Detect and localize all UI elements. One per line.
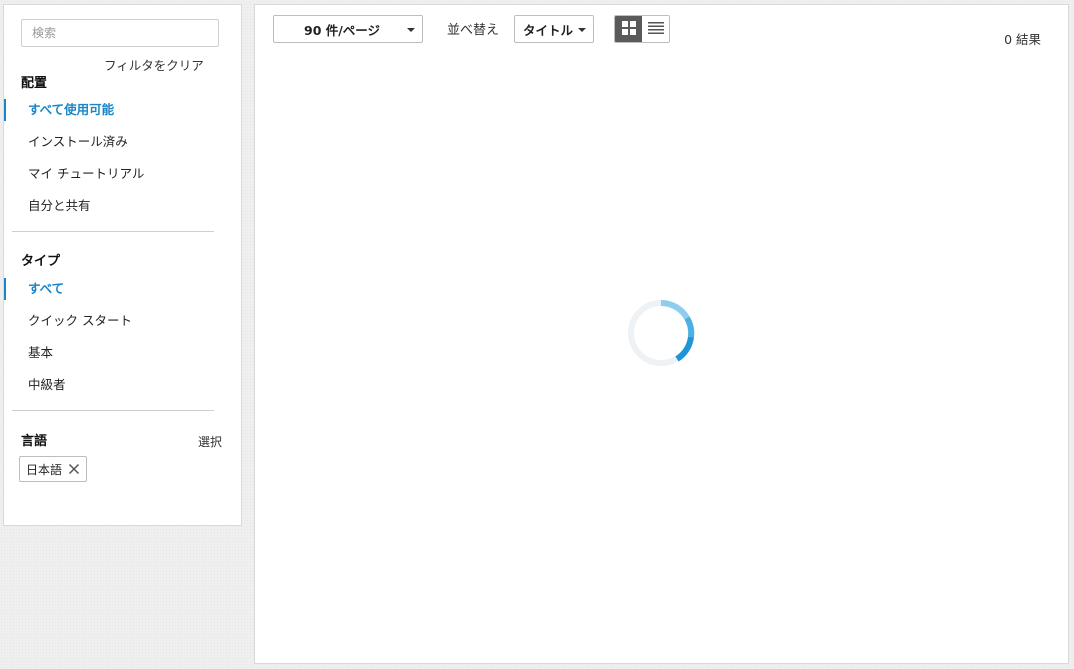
deployment-item-installed[interactable]: インストール済み [4,131,234,153]
spinner-icon [625,297,697,369]
language-chip: 日本語 [19,456,88,482]
deployment-item-shared-with-me[interactable]: 自分と共有 [4,195,234,217]
filter-sidebar: フィルタをクリア 配置 すべて使用可能 インストール済み マイ チュートリアル … [3,4,242,526]
clear-filters-link[interactable]: フィルタをクリア [104,55,204,74]
deployment-section-title: 配置 [21,76,48,91]
type-item-basic[interactable]: 基本 [4,342,234,364]
sort-value: タイトル [523,22,574,38]
per-page-dropdown[interactable]: 90 件/ページ [273,15,423,43]
type-item-all[interactable]: すべて [4,278,234,300]
grid-icon [621,20,636,39]
language-select-link[interactable]: 選択 [198,433,222,450]
results-panel: 90 件/ページ 並べ替え タイトル 0 結果 [254,4,1069,664]
view-toggle [614,15,670,43]
type-item-quick-start[interactable]: クイック スタート [4,310,234,332]
search-input[interactable] [21,19,219,47]
language-section-title: 言語 [21,434,48,449]
section-divider [12,231,214,232]
deployment-item-all-available[interactable]: すべて使用可能 [4,99,234,121]
type-item-intermediate[interactable]: 中級者 [4,374,234,396]
caret-down-icon [407,28,415,32]
list-view-button[interactable] [642,16,669,42]
language-chip-label: 日本語 [26,462,63,477]
per-page-value: 90 件/ページ [304,22,381,38]
deployment-item-my-tutorials[interactable]: マイ チュートリアル [4,163,234,185]
list-icon [647,20,664,39]
close-icon[interactable] [68,463,80,475]
section-divider [12,410,214,411]
sort-label: 並べ替え [447,23,500,38]
caret-down-icon [578,28,586,32]
sort-dropdown[interactable]: タイトル [514,15,594,43]
type-section-title: タイプ [21,254,61,269]
results-count: 0 結果 [1004,32,1041,47]
grid-view-button[interactable] [615,16,642,42]
